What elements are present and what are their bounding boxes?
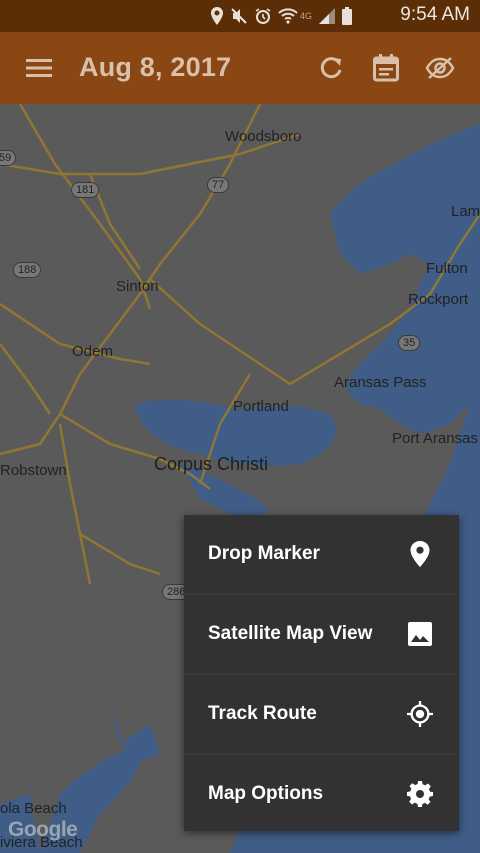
map-label: Corpus Christi [154, 454, 269, 474]
status-bar: 4G 9:54 AM [0, 0, 480, 32]
map-label: Fulton [426, 260, 468, 277]
battery-icon [342, 7, 352, 25]
mute-icon [231, 8, 247, 24]
menu-item-label: Satellite Map View [208, 623, 373, 644]
map-label: Aransas Pass [334, 374, 427, 391]
calendar-button[interactable] [370, 52, 402, 84]
menu-item-label: Map Options [208, 783, 324, 804]
refresh-icon [320, 57, 342, 79]
menu-item-satellite-view[interactable]: Satellite Map View [184, 595, 459, 675]
refresh-button[interactable] [315, 52, 347, 84]
map-label: Odem [72, 343, 113, 360]
menu-item-label: Track Route [208, 703, 317, 724]
visibility-icon [425, 57, 455, 79]
visibility-button[interactable] [424, 52, 456, 84]
map-label: Port Aransas [392, 430, 478, 447]
map-label: Lam [451, 203, 480, 220]
calendar-icon [373, 54, 399, 82]
menu-item-label: Drop Marker [208, 543, 320, 564]
app-bar: Aug 8, 2017 [0, 32, 480, 104]
page-title-date[interactable]: Aug 8, 2017 [79, 52, 231, 83]
highway-shield: 188 [13, 262, 42, 278]
menu-item-drop-marker[interactable]: Drop Marker [184, 515, 459, 595]
alarm-icon [255, 8, 271, 24]
map-label: Sinton [116, 278, 159, 295]
map-label: Rockport [408, 291, 469, 308]
highway-shield: 181 [71, 182, 100, 198]
highway-shield: 35 [398, 335, 421, 351]
map-label: ola Beach [0, 800, 67, 817]
map-options-menu: Drop Marker Satellite Map View Track Rou… [184, 515, 459, 831]
signal-icon [319, 8, 335, 24]
gear-icon [407, 781, 433, 807]
google-attribution: Google [8, 818, 78, 841]
menu-item-map-options[interactable]: Map Options [184, 755, 459, 834]
location-pin-icon [407, 541, 433, 567]
menu-button[interactable] [23, 52, 55, 84]
status-icons: 4G [210, 6, 352, 26]
menu-icon [26, 59, 52, 77]
status-time: 9:54 AM [400, 4, 470, 25]
network-type-label: 4G [299, 11, 312, 21]
map-label: Woodsboro [225, 128, 302, 145]
gps-target-icon [407, 701, 433, 727]
highway-shield: 77 [207, 177, 230, 193]
location-icon [210, 7, 223, 25]
map-label: Robstown [0, 462, 67, 479]
image-icon [407, 621, 433, 647]
wifi-icon [278, 8, 298, 24]
menu-item-track-route[interactable]: Track Route [184, 675, 459, 755]
map-label: Portland [233, 398, 289, 415]
